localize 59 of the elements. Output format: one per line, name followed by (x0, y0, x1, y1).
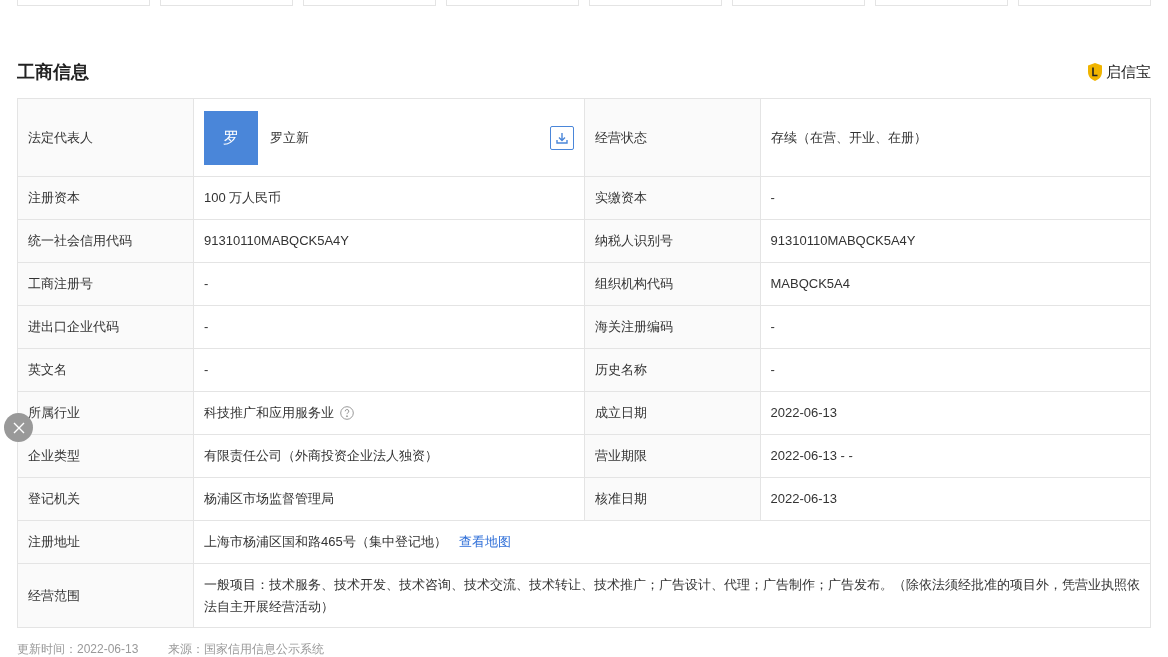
tab-card[interactable] (446, 0, 579, 6)
tab-card[interactable] (303, 0, 436, 6)
tab-card[interactable] (17, 0, 150, 6)
tab-card[interactable] (1018, 0, 1151, 6)
label-cell: 所属行业 (18, 392, 194, 435)
section-title: 工商信息 (17, 60, 89, 84)
label-cell: 英文名 (18, 349, 194, 392)
cell-value: 上海市杨浦区国和路465号（集中登记地） (204, 533, 447, 552)
update-time: 更新时间：2022-06-13 (17, 641, 139, 657)
help-icon[interactable] (340, 406, 354, 420)
label-cell: 组织机构代码 (584, 263, 761, 306)
cell-value: 2022-06-13 - - (770, 448, 853, 463)
tab-card[interactable] (875, 0, 1008, 6)
label-cell: 海关注册编码 (584, 306, 761, 349)
map-link[interactable]: 查看地图 (458, 532, 511, 552)
label-cell: 成立日期 (584, 392, 761, 435)
shield-logo-icon (1087, 62, 1103, 82)
cell-value: - (770, 362, 775, 377)
tab-card[interactable] (589, 0, 722, 6)
label-cell: 注册地址 (18, 521, 194, 564)
label-cell: 纳税人识别号 (584, 220, 761, 263)
tab-card[interactable] (160, 0, 293, 6)
cell-value: - (204, 319, 209, 334)
cell-value: - (204, 362, 209, 377)
cell-value: MABQCK5A4 (770, 276, 850, 291)
download-button[interactable] (549, 125, 574, 150)
label-cell: 核准日期 (584, 478, 761, 521)
label-cell: 经营状态 (584, 99, 761, 177)
cell-value: 一般项目：技术服务、技术开发、技术咨询、技术交流、技术转让、技术推广；广告设计、代理；广告制作；广告发布。（除依法须经批准的项目外，凭营业执照依法自主开展经营活动） (204, 576, 1140, 614)
cell-value: 杨浦区市场监督管理局 (204, 491, 334, 506)
cell-value: 91310110MABQCK5A4Y (770, 233, 916, 248)
cell-value: 2022-06-13 (770, 405, 837, 420)
label-cell: 经营范围 (18, 564, 194, 628)
label-cell: 进出口企业代码 (18, 306, 194, 349)
label-cell: 企业类型 (18, 435, 194, 478)
label-cell: 统一社会信用代码 (18, 220, 194, 263)
close-icon (12, 421, 25, 434)
tab-card[interactable] (732, 0, 865, 6)
brand-name: 启信宝 (1106, 61, 1151, 82)
cell-value: 100 万人民币 (204, 190, 282, 205)
label-cell: 登记机关 (18, 478, 194, 521)
label-cell: 法定代表人 (18, 99, 194, 177)
label-cell: 历史名称 (584, 349, 761, 392)
label-cell: 注册资本 (18, 177, 194, 220)
avatar: 罗 (204, 110, 258, 165)
cell-value: - (770, 319, 775, 334)
person-name[interactable]: 罗立新 (270, 127, 309, 148)
label-cell: 实缴资本 (584, 177, 761, 220)
label-cell: 工商注册号 (18, 263, 194, 306)
label-cell: 营业期限 (584, 435, 761, 478)
cell-value: - (204, 276, 209, 291)
cell-value: 有限责任公司（外商投资企业法人独资） (204, 448, 438, 463)
cell-value: - (770, 190, 775, 205)
data-source: 来源：国家信用信息公示系统 (168, 641, 325, 657)
cell-value: 存续（在营、开业、在册） (770, 129, 927, 145)
download-icon (554, 130, 569, 145)
cell-value: 91310110MABQCK5A4Y (204, 233, 350, 248)
cell-value: 科技推广和应用服务业 (204, 404, 334, 423)
cell-value: 2022-06-13 (770, 491, 837, 506)
